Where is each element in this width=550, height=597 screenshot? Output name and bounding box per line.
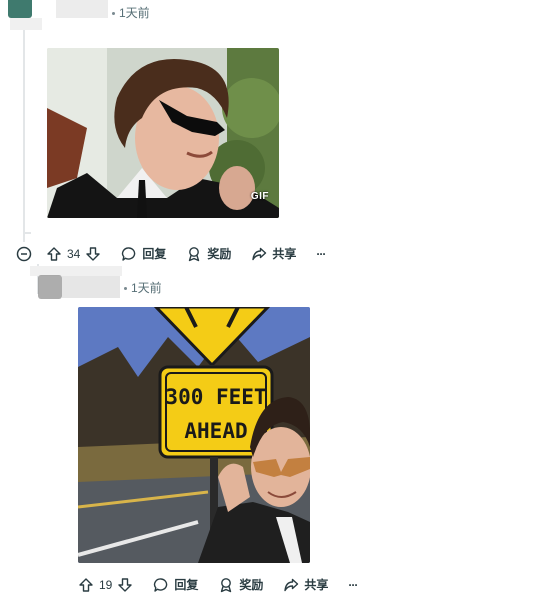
separator-dot <box>124 287 127 291</box>
share-icon <box>283 577 299 593</box>
sign-line1: 300 FEET <box>165 385 267 409</box>
comment1-username-redacted[interactable] <box>56 0 108 18</box>
collapse-icon[interactable] <box>16 246 32 262</box>
comment1-vote-count: 34 <box>67 246 81 261</box>
comment2-reply-button[interactable]: 回复 <box>153 576 198 593</box>
comment1-more-button[interactable]: ··· <box>316 246 326 261</box>
comment1-action-bar: 34 回复 奖励 共享 ··· <box>16 245 345 262</box>
reply-label: 回复 <box>142 247 167 261</box>
separator-dot <box>112 12 115 16</box>
comment2-share-button[interactable]: 共享 <box>283 576 328 593</box>
upvote-icon[interactable] <box>46 246 62 262</box>
comment2-award-button[interactable]: 奖励 <box>218 576 263 593</box>
comment1-share-button[interactable]: 共享 <box>251 245 296 262</box>
reply-icon <box>121 246 137 262</box>
comment2-image[interactable]: 300 FEET AHEAD <box>78 307 310 563</box>
award-label: 奖励 <box>239 578 264 592</box>
sign-line2: AHEAD <box>184 419 248 443</box>
thread-line[interactable] <box>23 30 25 242</box>
comment1-gif-illustration <box>47 48 279 218</box>
share-label: 共享 <box>304 578 329 592</box>
comment1-award-button[interactable]: 奖励 <box>186 245 231 262</box>
thread-line-branch <box>23 232 31 234</box>
comment1-time: 1天前 <box>119 6 150 20</box>
upvote-icon[interactable] <box>78 577 94 593</box>
comment2-username-redacted[interactable] <box>62 276 120 298</box>
share-label: 共享 <box>272 247 297 261</box>
reply-icon <box>153 577 169 593</box>
comment2-time: 1天前 <box>131 281 162 295</box>
comment1-gif-image[interactable]: GIF <box>47 48 279 218</box>
comment2-action-bar: 19 回复 奖励 共享 ··· <box>78 576 377 593</box>
award-icon <box>186 246 202 262</box>
downvote-icon[interactable] <box>117 577 133 593</box>
more-icon: ··· <box>348 577 358 592</box>
award-icon <box>218 577 234 593</box>
comment1-avatar-shadow <box>10 18 42 30</box>
comment2-avatar[interactable] <box>38 275 62 299</box>
share-icon <box>251 246 267 262</box>
award-label: 奖励 <box>207 247 232 261</box>
comment1-meta: 1天前 <box>112 4 150 21</box>
comment1-vote: 34 <box>46 246 101 262</box>
comment2-vote: 19 <box>78 577 133 593</box>
comment2-vote-count: 19 <box>99 577 113 592</box>
more-icon: ··· <box>316 246 326 261</box>
comment2-more-button[interactable]: ··· <box>348 577 358 592</box>
comment2-meta: 1天前 <box>124 279 162 296</box>
sign-text: 300 FEET AHEAD <box>164 380 268 448</box>
comment1-avatar[interactable] <box>8 0 32 18</box>
reply-label: 回复 <box>174 578 199 592</box>
gif-badge: GIF <box>250 191 269 202</box>
downvote-icon[interactable] <box>85 246 101 262</box>
comment1-reply-button[interactable]: 回复 <box>121 245 166 262</box>
